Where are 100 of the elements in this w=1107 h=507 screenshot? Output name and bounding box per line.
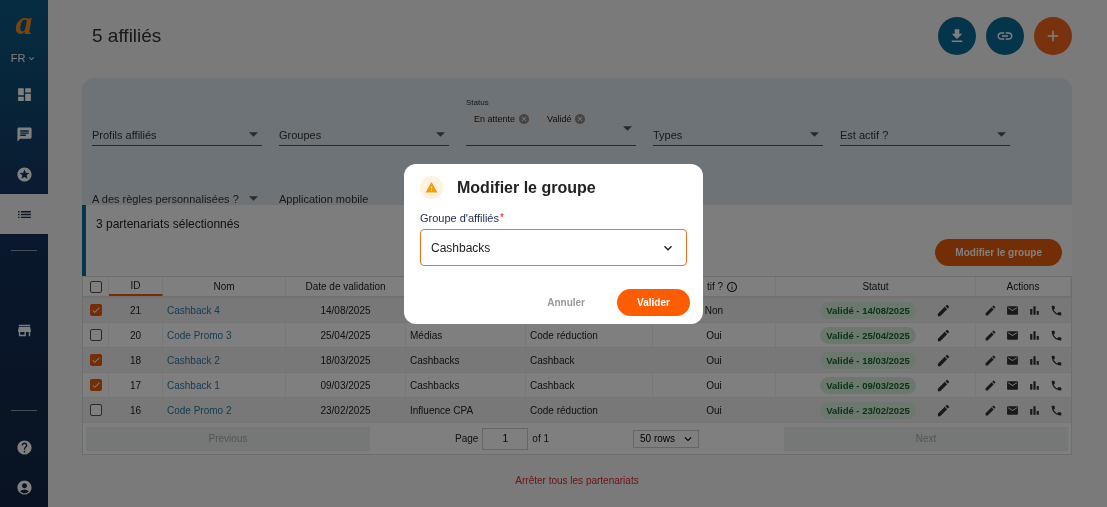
confirm-button[interactable]: Valider xyxy=(617,289,690,316)
pencil-icon xyxy=(935,377,951,393)
edit-status-button[interactable] xyxy=(935,327,951,343)
language-selector[interactable]: FR xyxy=(10,52,38,64)
stop-all-link[interactable]: Arrêter tous les partenariats xyxy=(515,475,639,486)
envelope-icon xyxy=(1006,403,1020,417)
pencil-icon xyxy=(935,402,951,418)
dropdown-icon xyxy=(436,132,445,137)
edit-status-button[interactable] xyxy=(935,402,951,418)
filter-dropdown[interactable]: Groupes xyxy=(279,124,449,146)
dropdown-icon xyxy=(249,196,258,201)
selection-count: 3 partenariats sélectionnés xyxy=(96,217,240,231)
page-count: of 1 xyxy=(532,433,549,444)
table-cell: Cashbacks xyxy=(406,348,526,372)
table-cell: 16 xyxy=(109,398,163,422)
pencil-icon xyxy=(935,302,951,318)
email-button[interactable] xyxy=(1006,378,1020,392)
affiliate-link[interactable]: Cashback 1 xyxy=(167,379,220,391)
stats-button[interactable] xyxy=(1027,403,1041,417)
row-checkbox[interactable] xyxy=(89,354,102,366)
affiliate-link[interactable]: Code Promo 2 xyxy=(167,404,232,416)
email-button[interactable] xyxy=(1006,403,1020,417)
pencil-icon xyxy=(935,352,951,368)
change-group-button[interactable]: Modifier le groupe xyxy=(935,239,1062,266)
table-cell: 20 xyxy=(109,323,163,347)
phone-icon xyxy=(1049,378,1063,392)
pencil-icon xyxy=(984,353,998,367)
bar-chart-icon xyxy=(1027,353,1041,367)
column-header[interactable]: Nom xyxy=(163,277,286,296)
status-pill: Validé - 09/03/2025 xyxy=(820,376,916,394)
bar-chart-icon xyxy=(1027,303,1041,317)
email-button[interactable] xyxy=(1006,353,1020,367)
link-button[interactable] xyxy=(986,17,1024,55)
status-filter[interactable]: En attente Validé xyxy=(466,110,636,146)
phone-icon xyxy=(1049,353,1063,367)
store-icon xyxy=(15,322,33,339)
edit-button[interactable] xyxy=(984,303,998,317)
table-cell: Oui xyxy=(653,348,776,372)
page-label: Page xyxy=(454,433,479,444)
column-header[interactable]: Actions xyxy=(976,277,1071,296)
cancel-button[interactable]: Annuler xyxy=(541,296,591,309)
download-button[interactable] xyxy=(938,17,976,55)
envelope-icon xyxy=(1006,328,1020,342)
phone-button[interactable] xyxy=(1049,378,1063,392)
check-icon xyxy=(90,380,101,390)
page-input[interactable]: 1 xyxy=(482,427,529,450)
row-checkbox[interactable] xyxy=(89,379,102,391)
phone-button[interactable] xyxy=(1049,328,1063,342)
row-checkbox[interactable] xyxy=(89,404,102,416)
edit-status-button[interactable] xyxy=(935,377,951,393)
edit-status-button[interactable] xyxy=(935,352,951,368)
table-cell: Cashbacks xyxy=(406,373,526,397)
filter-dropdown[interactable]: Types xyxy=(653,124,823,146)
required-mark: * xyxy=(499,212,504,224)
warning-icon xyxy=(420,176,443,199)
column-header[interactable]: Statut xyxy=(776,277,976,296)
filter-label: Status xyxy=(466,98,489,107)
affiliate-link[interactable]: Cashback 2 xyxy=(167,354,220,366)
email-button[interactable] xyxy=(1006,303,1020,317)
table-cell: Cashback xyxy=(526,373,653,397)
stats-button[interactable] xyxy=(1027,303,1041,317)
bar-chart-icon xyxy=(1027,328,1041,342)
dropdown-icon xyxy=(997,132,1006,137)
dropdown-icon xyxy=(249,132,258,137)
column-header[interactable]: ID xyxy=(109,277,163,296)
pencil-icon xyxy=(984,303,998,317)
email-button[interactable] xyxy=(1006,328,1020,342)
stats-button[interactable] xyxy=(1027,328,1041,342)
status-pill: Validé - 14/08/2025 xyxy=(820,301,916,319)
stats-button[interactable] xyxy=(1027,378,1041,392)
edit-button[interactable] xyxy=(984,328,998,342)
row-checkbox[interactable] xyxy=(89,329,102,341)
status-pill: Validé - 23/02/2025 xyxy=(820,401,916,419)
phone-button[interactable] xyxy=(1049,403,1063,417)
filter-chip[interactable]: Validé xyxy=(539,110,591,128)
edit-status-button[interactable] xyxy=(935,302,951,318)
plus-button[interactable] xyxy=(1034,17,1072,55)
affiliate-link[interactable]: Cashback 4 xyxy=(167,304,220,316)
stats-button[interactable] xyxy=(1027,353,1041,367)
table-cell: 23/02/2025 xyxy=(286,398,406,422)
table-cell: 18 xyxy=(109,348,163,372)
dropdown-icon xyxy=(810,132,819,137)
edit-button[interactable] xyxy=(984,353,998,367)
row-checkbox[interactable] xyxy=(89,304,102,316)
pencil-icon xyxy=(935,327,951,343)
group-select[interactable]: Cashbacks xyxy=(420,229,687,266)
affiliate-link[interactable]: Code Promo 3 xyxy=(167,329,232,341)
filter-chip[interactable]: En attente xyxy=(466,110,535,128)
phone-icon xyxy=(1049,403,1063,417)
phone-button[interactable] xyxy=(1049,303,1063,317)
filter-dropdown[interactable]: Profils affiliés xyxy=(92,124,262,146)
edit-button[interactable] xyxy=(984,378,998,392)
table-cell: 21 xyxy=(109,298,163,322)
rows-per-page-select[interactable]: 50 rows xyxy=(633,429,699,448)
select-all-checkbox[interactable] xyxy=(89,280,102,293)
list-nav-item[interactable] xyxy=(0,194,48,234)
phone-button[interactable] xyxy=(1049,353,1063,367)
edit-button[interactable] xyxy=(984,403,998,417)
filter-dropdown[interactable]: Est actif ? xyxy=(840,124,1010,146)
table-cell: 17 xyxy=(109,373,163,397)
